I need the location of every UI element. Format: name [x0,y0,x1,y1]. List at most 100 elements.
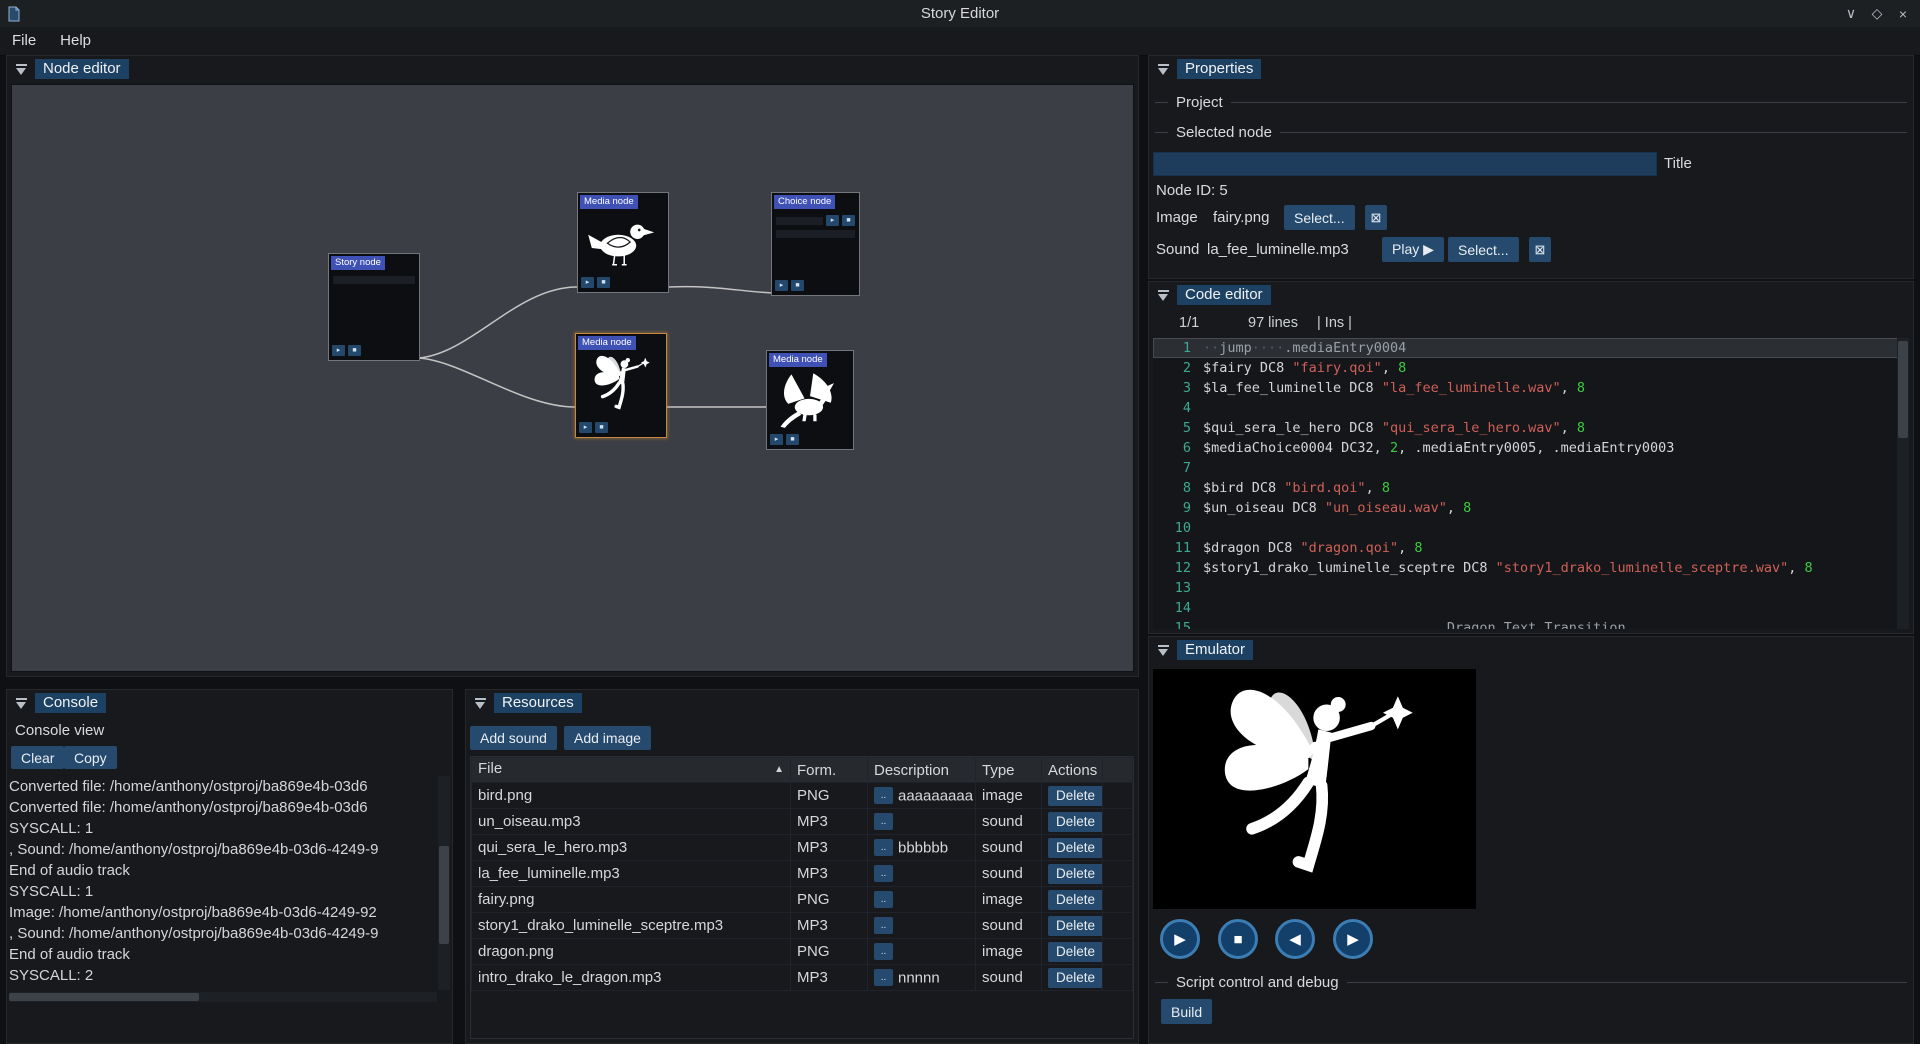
sound-play-button[interactable]: Play ▶ [1382,237,1444,262]
node-play-icon[interactable]: ▸ [579,422,592,433]
node-play-icon[interactable]: ▸ [775,280,788,291]
code-line[interactable]: 10 [1153,518,1909,538]
console-hscrollbar-thumb[interactable] [9,993,199,1001]
console-copy-button[interactable]: Copy [64,746,117,769]
add-sound-button[interactable]: Add sound [470,726,557,750]
delete-button[interactable]: Delete [1048,968,1103,988]
table-row[interactable]: intro_drako_le_dragon.mp3MP3..nnnnnsound… [472,965,1133,991]
title-input[interactable] [1153,152,1657,176]
maximize-icon[interactable]: ◇ [1866,3,1888,25]
cell-file: fairy.png [472,887,791,913]
code-line[interactable]: 9$un_oiseau DC8 "un_oiseau.wav", 8 [1153,498,1909,518]
node-stop-icon[interactable]: ■ [786,434,799,445]
code-line[interactable]: 14 [1153,598,1909,618]
dock-menu-icon[interactable] [1157,289,1170,302]
edit-description-button[interactable]: .. [874,917,893,934]
header-actions[interactable]: Actions [1042,758,1103,783]
step-back-button[interactable]: ◀ [1275,919,1315,959]
dock-menu-icon[interactable] [15,63,28,76]
table-row[interactable]: dragon.pngPNG..imageDelete [472,939,1133,965]
dock-menu-icon[interactable] [15,697,28,710]
dock-menu-icon[interactable] [1157,644,1170,657]
header-file-label: File [478,760,502,777]
code-area[interactable]: 1··jump····.mediaEntry00042$fairy DC8 "f… [1153,338,1909,629]
node-stop-icon[interactable]: ■ [595,422,608,433]
sound-clear-icon[interactable]: ⊠ [1529,237,1551,262]
node-media-dragon[interactable]: Media node ▸ ■ [766,350,854,450]
code-line[interactable]: 13 [1153,578,1909,598]
code-line[interactable]: 2$fairy DC8 "fairy.qoi", 8 [1153,358,1909,378]
delete-button[interactable]: Delete [1048,864,1103,884]
code-line[interactable]: 1··jump····.mediaEntry0004 [1153,338,1909,358]
header-file[interactable]: File ▲ [472,758,791,783]
edit-description-button[interactable]: .. [874,839,893,856]
node-play-icon[interactable]: ▸ [770,434,783,445]
node-play-icon[interactable]: ▸ [826,215,839,226]
image-clear-icon[interactable]: ⊠ [1365,205,1387,230]
table-row[interactable]: qui_sera_le_hero.mp3MP3..bbbbbbsoundDele… [472,835,1133,861]
code-line[interactable]: 12$story1_drako_luminelle_sceptre DC8 "s… [1153,558,1909,578]
delete-button[interactable]: Delete [1048,786,1103,806]
node-story[interactable]: Story node ▸ ■ [328,253,420,361]
node-stop-icon[interactable]: ■ [791,280,804,291]
close-icon[interactable]: × [1892,3,1914,25]
code-line[interactable]: 4 [1153,398,1909,418]
delete-button[interactable]: Delete [1048,838,1103,858]
node-media-bird[interactable]: Media node ▸ ■ [577,192,669,293]
step-forward-button[interactable]: ▶ [1333,919,1373,959]
edit-description-button[interactable]: .. [874,865,893,882]
dock-menu-icon[interactable] [474,697,487,710]
code-scrollbar-thumb[interactable] [1898,341,1908,438]
panel-title-node-editor: Node editor [35,59,129,79]
edit-description-button[interactable]: .. [874,943,893,960]
menu-help[interactable]: Help [48,27,103,55]
delete-button[interactable]: Delete [1048,812,1103,832]
console-clear-button[interactable]: Clear [11,746,64,769]
table-row[interactable]: bird.pngPNG..aaaaaaaaaimageDelete [472,783,1133,809]
code-line[interactable]: 3$la_fee_luminelle DC8 "la_fee_luminelle… [1153,378,1909,398]
delete-button[interactable]: Delete [1048,890,1103,910]
console-vertical-scrollbar[interactable] [438,776,450,990]
console-log[interactable]: Converted file: /home/anthony/ostproj/ba… [9,776,437,990]
node-stop-icon[interactable]: ■ [842,215,855,226]
edit-description-button[interactable]: .. [874,813,893,830]
code-line[interactable]: 7 [1153,458,1909,478]
dock-menu-icon[interactable] [1157,63,1170,76]
minimize-icon[interactable]: ∨ [1840,3,1862,25]
node-stop-icon[interactable]: ■ [348,345,361,356]
header-description[interactable]: Description [868,758,976,783]
delete-button[interactable]: Delete [1048,942,1103,962]
code-line[interactable]: 15 Dragon Text Transition [1153,618,1909,629]
image-select-button[interactable]: Select... [1284,205,1355,230]
edit-description-button[interactable]: .. [874,969,893,986]
table-row[interactable]: story1_drako_luminelle_sceptre.mp3MP3..s… [472,913,1133,939]
header-format[interactable]: Form. [791,758,868,783]
node-play-icon[interactable]: ▸ [581,277,594,288]
edit-description-button[interactable]: .. [874,891,893,908]
node-play-icon[interactable]: ▸ [332,345,345,356]
play-button[interactable]: ▶ [1160,919,1200,959]
edit-description-button[interactable]: .. [874,787,893,804]
node-media-fairy[interactable]: Media node ▸ ■ [575,333,667,438]
header-type[interactable]: Type [976,758,1042,783]
table-row[interactable]: la_fee_luminelle.mp3MP3..soundDelete [472,861,1133,887]
add-image-button[interactable]: Add image [564,726,651,750]
console-scrollbar-thumb[interactable] [439,846,449,944]
panel-title-properties: Properties [1177,59,1261,79]
code-line[interactable]: 8$bird DC8 "bird.qoi", 8 [1153,478,1909,498]
code-line[interactable]: 6$mediaChoice0004 DC32, 2, .mediaEntry00… [1153,438,1909,458]
node-stop-icon[interactable]: ■ [597,277,610,288]
code-line[interactable]: 11$dragon DC8 "dragon.qoi", 8 [1153,538,1909,558]
code-line[interactable]: 5$qui_sera_le_hero DC8 "qui_sera_le_hero… [1153,418,1909,438]
node-canvas[interactable]: Story node ▸ ■ Media node ▸ ■ [11,84,1134,672]
build-button[interactable]: Build [1161,999,1212,1024]
menu-file[interactable]: File [0,27,48,55]
table-row[interactable]: un_oiseau.mp3MP3..soundDelete [472,809,1133,835]
node-choice[interactable]: Choice node ▸ ■ ▸ ■ [771,192,860,296]
delete-button[interactable]: Delete [1048,916,1103,936]
console-horizontal-scrollbar[interactable] [9,992,437,1002]
code-scrollbar[interactable] [1897,338,1909,629]
sound-select-button[interactable]: Select... [1448,237,1519,262]
stop-button[interactable]: ■ [1218,919,1258,959]
table-row[interactable]: fairy.pngPNG..imageDelete [472,887,1133,913]
